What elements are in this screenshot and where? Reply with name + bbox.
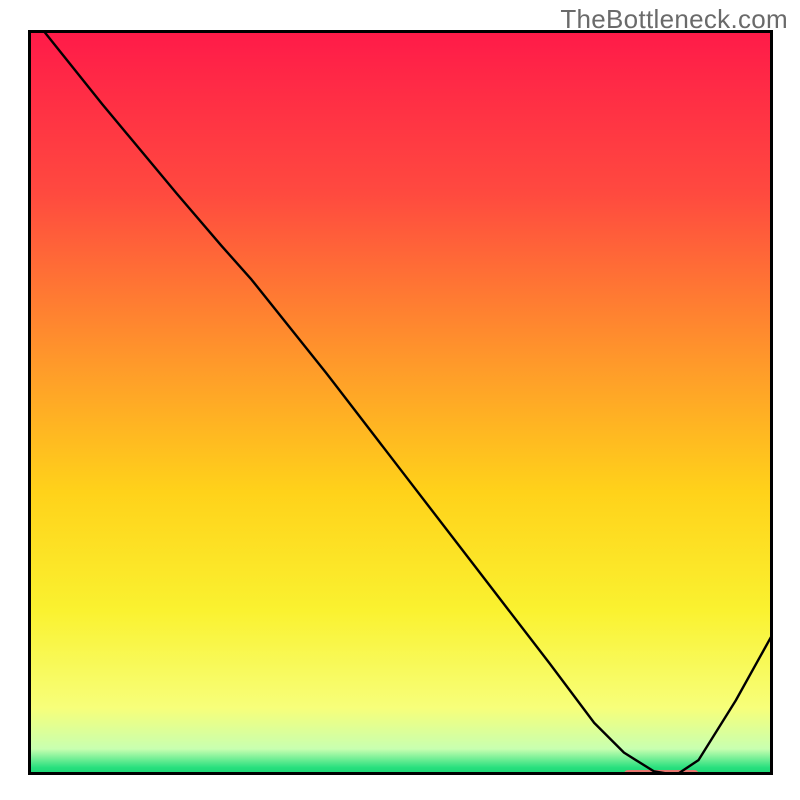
chart-container: TheBottleneck.com	[0, 0, 800, 800]
chart-svg	[28, 30, 773, 775]
plot-area	[28, 30, 773, 775]
gradient-background	[28, 30, 773, 775]
